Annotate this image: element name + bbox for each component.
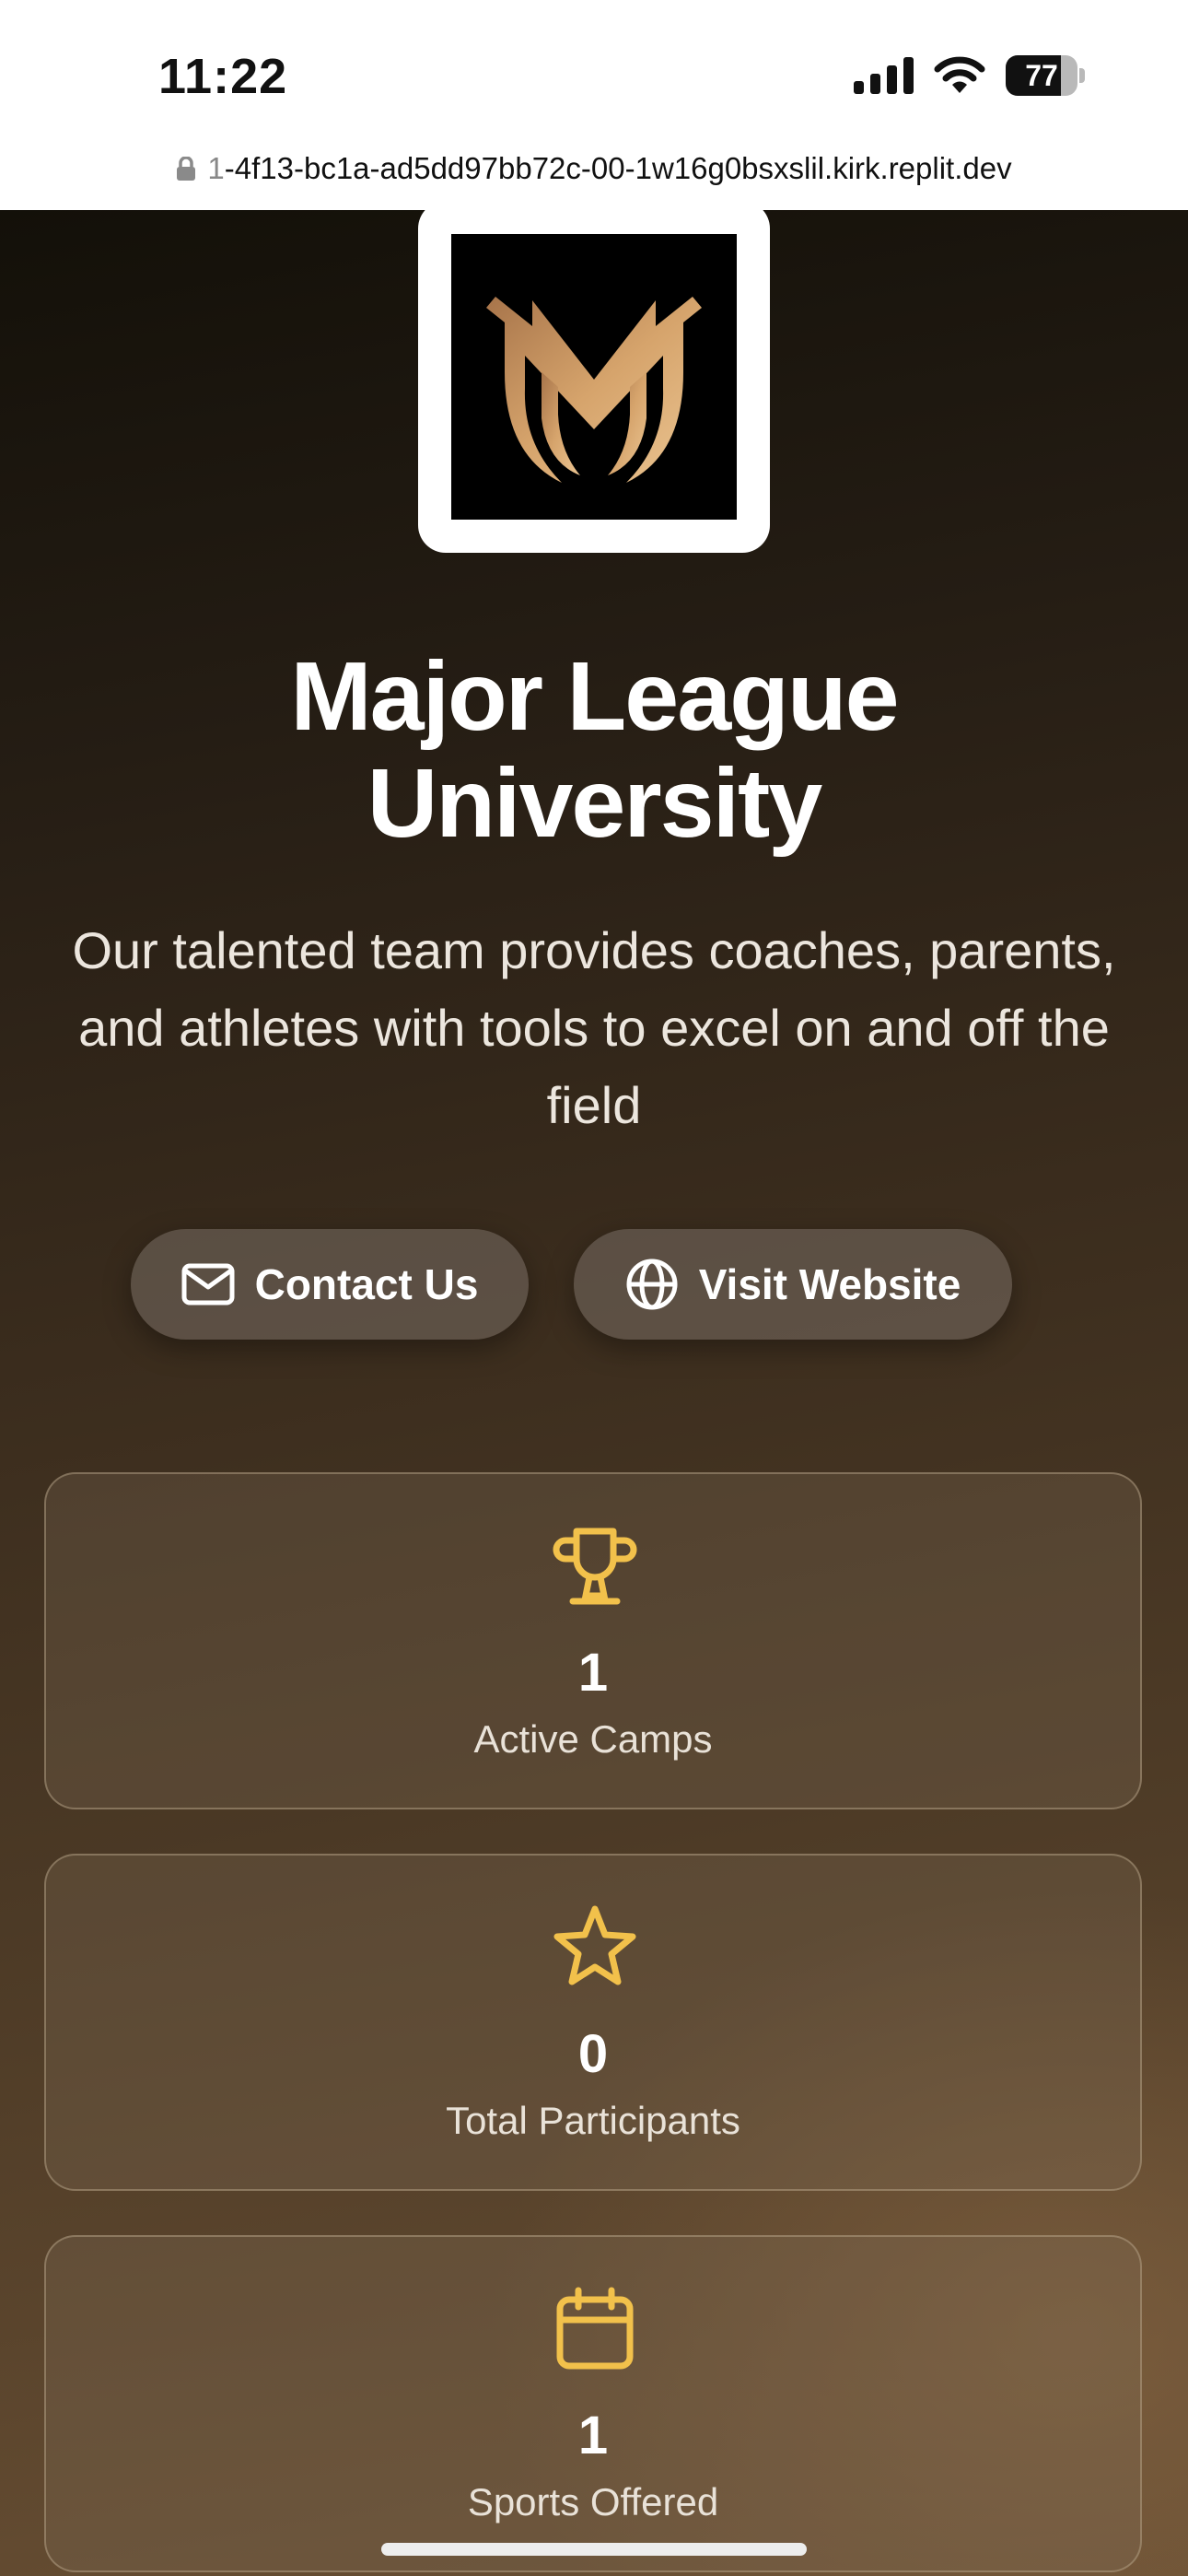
url-text[interactable]: 1-4f13-bc1a-ad5dd97bb72c-00-1w16g0bsxsli… xyxy=(207,151,1011,186)
stat-label: Active Camps xyxy=(473,1717,713,1761)
contact-us-button[interactable]: Contact Us xyxy=(131,1229,529,1340)
status-time: 11:22 xyxy=(158,49,288,104)
battery-level: 77 xyxy=(1025,59,1058,92)
url-prefix: 1 xyxy=(207,151,225,185)
stat-label: Total Participants xyxy=(446,2099,740,2142)
url-host: -4f13-bc1a-ad5dd97bb72c-00-1w16g0bsxslil… xyxy=(224,151,1012,185)
calendar-icon xyxy=(556,2287,634,2370)
home-indicator[interactable] xyxy=(381,2543,807,2556)
status-icons: 77 xyxy=(854,55,1085,96)
contact-us-label: Contact Us xyxy=(254,1260,479,1308)
main-content[interactable]: Major League University Our talented tea… xyxy=(0,210,1188,2576)
stat-label: Sports Offered xyxy=(467,2480,719,2523)
stat-value: 1 xyxy=(577,2406,609,2465)
page-title: Major League University xyxy=(0,643,1188,857)
logo-card xyxy=(418,210,770,553)
stat-value: 0 xyxy=(577,2024,609,2084)
title-line-1: Major League xyxy=(290,642,899,751)
mail-icon xyxy=(181,1263,235,1306)
visit-website-label: Visit Website xyxy=(698,1260,961,1308)
battery-icon: 77 xyxy=(1006,55,1085,96)
stat-card-sports-offered: 1 Sports Offered xyxy=(44,2235,1142,2572)
browser-url-bar[interactable]: 1-4f13-bc1a-ad5dd97bb72c-00-1w16g0bsxsli… xyxy=(0,138,1188,210)
visit-website-button[interactable]: Visit Website xyxy=(574,1229,1012,1340)
stat-value: 1 xyxy=(577,1643,609,1703)
star-icon xyxy=(553,1905,636,1985)
mlu-logo xyxy=(451,234,737,520)
lock-icon xyxy=(177,157,196,181)
page-subtitle: Our talented team provides coaches, pare… xyxy=(72,921,1116,1134)
cellular-signal-icon xyxy=(854,57,914,94)
stat-card-total-participants: 0 Total Participants xyxy=(44,1854,1142,2191)
globe-icon xyxy=(626,1259,678,1310)
status-bar: 11:22 77 xyxy=(0,0,1188,138)
wifi-icon xyxy=(934,56,985,93)
trophy-icon xyxy=(553,1528,637,1605)
title-line-2: University xyxy=(367,749,823,858)
stat-card-active-camps: 1 Active Camps xyxy=(44,1472,1142,1809)
